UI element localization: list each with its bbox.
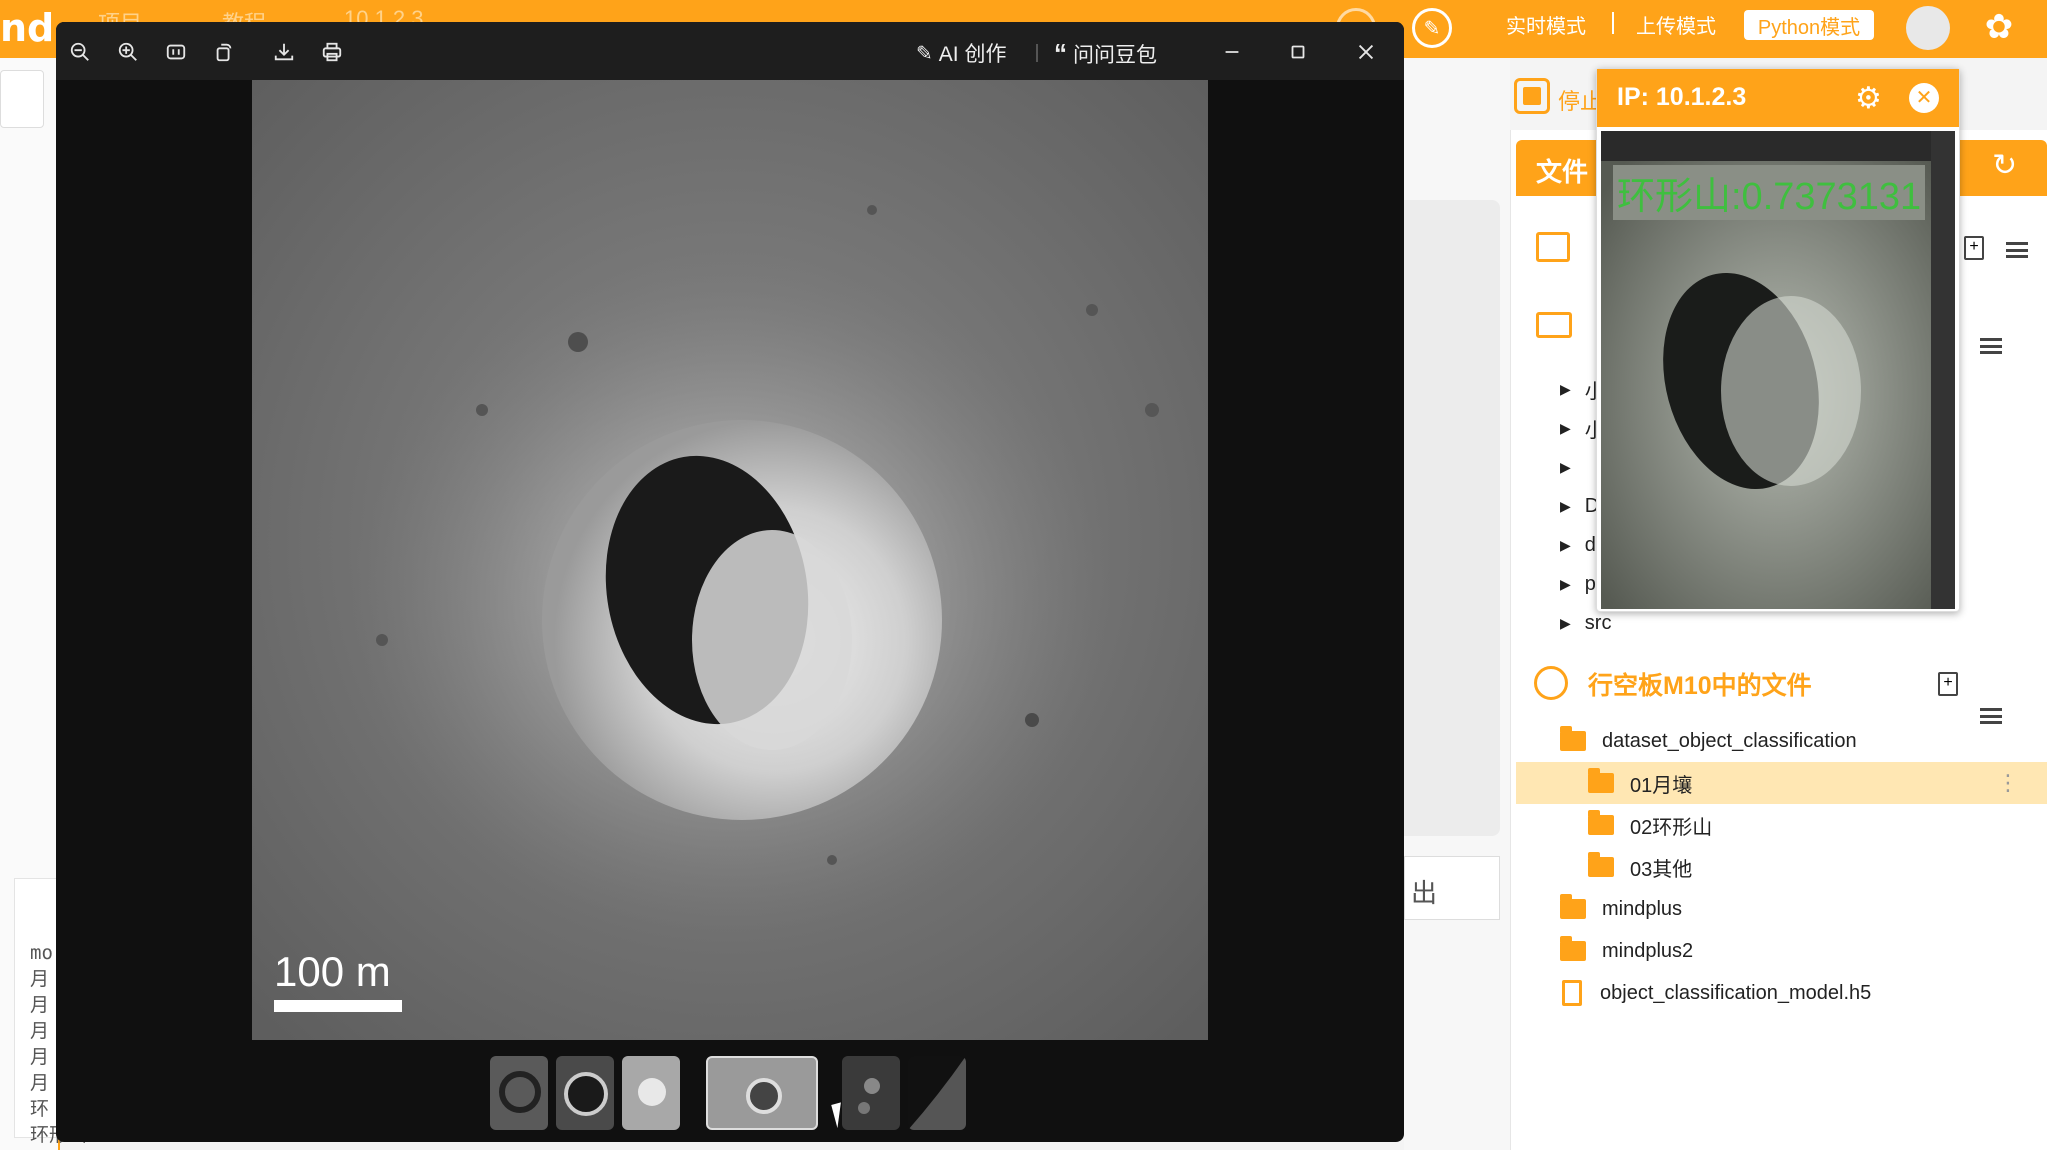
scale-label: 100 m <box>274 948 391 995</box>
camera-preview-window: IP: 10.1.2.3 ⚙ ✕ 环形山:0.7373131 <box>1596 68 1960 612</box>
file-name: object_classification_model.h5 <box>1600 981 1872 1004</box>
fit-screen-icon[interactable] <box>160 36 192 68</box>
output-tab[interactable]: 出 <box>1404 856 1500 920</box>
rotate-icon[interactable] <box>208 36 240 68</box>
stop-icon[interactable] <box>1514 78 1550 114</box>
folder-icon <box>1588 810 1614 835</box>
device-icon <box>1534 666 1568 700</box>
file-icon <box>1562 980 1582 1006</box>
camera-window-title: IP: 10.1.2.3 <box>1617 83 1747 111</box>
file-row-selected[interactable]: 01月壤 ⋮ <box>1516 762 2047 804</box>
edit-icon[interactable]: ✎ <box>1412 8 1452 48</box>
more-vertical-icon[interactable]: ⋮ <box>1997 772 2019 794</box>
viewer-toolbar: ✎ AI 创作 “ 问问豆包 <box>56 22 1404 80</box>
file-name: 03其他 <box>1630 858 1693 881</box>
editor-panel <box>1404 200 1500 836</box>
camera-feed: 环形山:0.7373131 <box>1601 131 1955 609</box>
lunar-crater-image: 100 m <box>252 80 1208 1040</box>
tree-item-label: d <box>1584 534 1596 556</box>
thumbnail-6[interactable] <box>908 1056 966 1130</box>
avatar[interactable] <box>1906 6 1950 50</box>
settings-gear-icon[interactable]: ✿ <box>1978 6 2020 48</box>
file-row[interactable]: mindplus <box>1516 888 2047 930</box>
device-file-list: dataset_object_classification 01月壤 ⋮ 02环形… <box>1516 720 2047 1014</box>
thumbnail-1[interactable] <box>490 1056 548 1130</box>
folder-icon <box>1560 936 1586 961</box>
maximize-icon[interactable] <box>1282 36 1314 68</box>
new-file-icon[interactable]: + <box>1938 672 1958 696</box>
close-icon[interactable] <box>1350 36 1382 68</box>
print-icon[interactable] <box>316 36 348 68</box>
ai-paint-icon: ✎ <box>916 42 933 65</box>
close-icon[interactable]: ✕ <box>1909 83 1939 113</box>
file-row[interactable]: mindplus2 <box>1516 930 2047 972</box>
mode-upload[interactable]: 上传模式 <box>1636 10 1716 39</box>
divider <box>1612 12 1614 34</box>
file-name: 01月壤 <box>1630 774 1693 797</box>
tree-item-label: src <box>1584 612 1612 634</box>
device-section-title: 行空板M10中的文件 <box>1588 672 1812 700</box>
folder-icon <box>1560 726 1586 751</box>
menu-icon[interactable] <box>2006 242 2028 258</box>
ai-create-label: AI 创作 <box>938 43 1007 66</box>
minimize-icon[interactable] <box>1216 36 1248 68</box>
ai-create-button[interactable]: ✎ AI 创作 <box>916 38 1006 68</box>
ask-doubao-button[interactable]: “ 问问豆包 <box>1054 38 1157 69</box>
mode-python[interactable]: Python模式 <box>1744 10 1874 40</box>
folder-icon <box>1588 768 1614 793</box>
file-row[interactable]: dataset_object_classification <box>1516 720 2047 762</box>
left-input[interactable] <box>0 70 44 128</box>
folder-icon <box>1588 852 1614 877</box>
file-row[interactable]: 03其他 <box>1516 846 2047 888</box>
divider <box>1036 44 1038 62</box>
files-tab-label[interactable]: 文件 <box>1536 152 1588 189</box>
file-name: dataset_object_classification <box>1602 729 1857 752</box>
folder-icon <box>1560 894 1586 919</box>
image-viewer-window: ✎ AI 创作 “ 问问豆包 100 m <box>56 22 1404 1142</box>
zoom-in-icon[interactable] <box>112 36 144 68</box>
file-name: 02环形山 <box>1630 816 1713 839</box>
camera-window-header: IP: 10.1.2.3 ⚙ ✕ <box>1597 69 1959 127</box>
thumbnail-3[interactable] <box>622 1056 680 1130</box>
detection-result-label: 环形山:0.7373131 <box>1613 165 1926 220</box>
mode-realtime[interactable]: 实时模式 <box>1506 10 1586 39</box>
ask-doubao-label: 问问豆包 <box>1073 43 1157 67</box>
tree-item-label: p <box>1584 573 1596 595</box>
computer-icon <box>1536 312 1572 338</box>
file-row[interactable]: 02环形山 <box>1516 804 2047 846</box>
gear-icon[interactable]: ⚙ <box>1855 81 1882 116</box>
file-name: mindplus2 <box>1602 939 1694 962</box>
scale-line <box>274 1000 402 1012</box>
crater-graphic <box>252 80 1208 1040</box>
new-file-icon[interactable]: + <box>1964 236 1984 260</box>
quote-icon: “ <box>1054 38 1067 68</box>
scale-bar: 100 m <box>274 948 402 1012</box>
download-icon[interactable] <box>268 36 300 68</box>
zoom-out-icon[interactable] <box>64 36 96 68</box>
file-row[interactable]: object_classification_model.h5 <box>1516 972 2047 1014</box>
project-list-icon <box>1536 232 1570 262</box>
output-tab-label: 出 <box>1411 878 1438 908</box>
refresh-icon[interactable]: ↻ <box>1992 148 2017 183</box>
thumbnail-4-selected[interactable] <box>706 1056 818 1130</box>
app-logo: nd <box>0 6 55 50</box>
file-name: mindplus <box>1602 897 1683 920</box>
thumbnail-2[interactable] <box>556 1056 614 1130</box>
menu-icon[interactable] <box>1980 338 2002 354</box>
